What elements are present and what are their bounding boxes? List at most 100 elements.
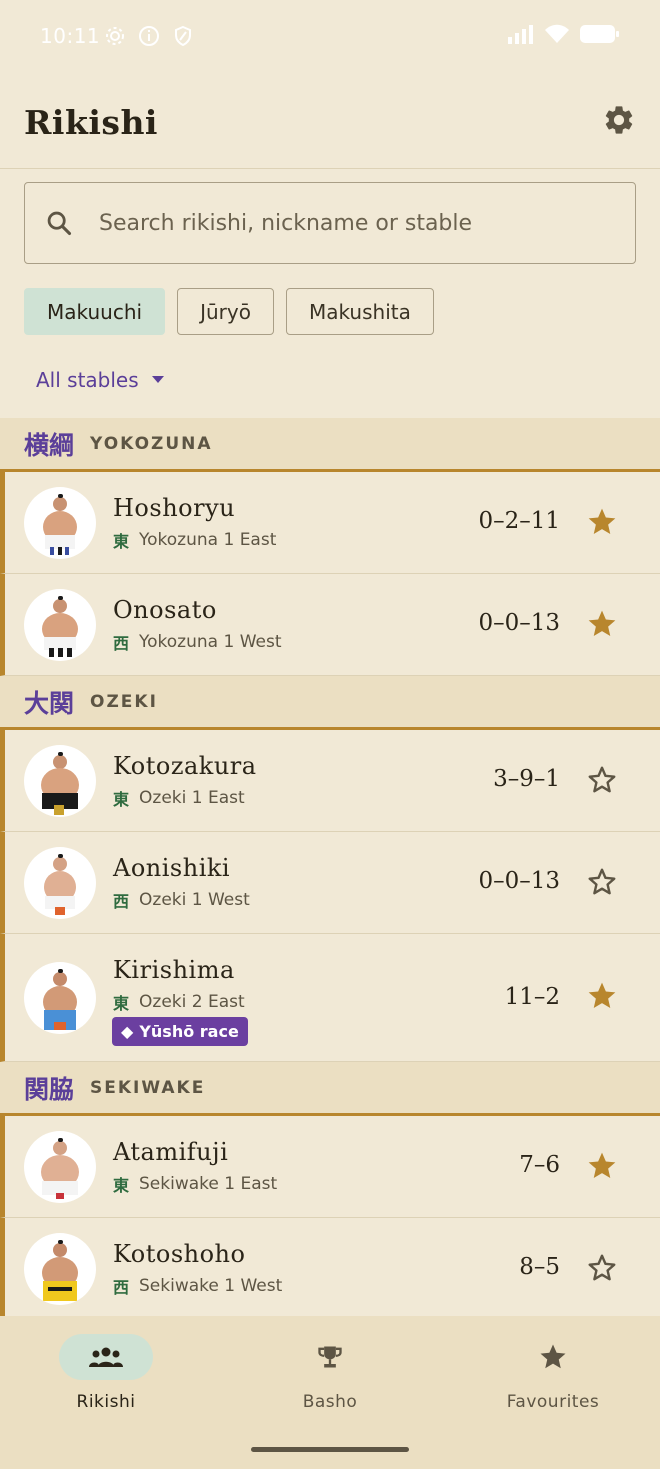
info-status-icon <box>139 26 159 46</box>
rank-kanji: 横綱 <box>24 430 75 460</box>
side-kanji: 西 <box>113 892 130 911</box>
page-title: Rikishi <box>24 103 158 142</box>
badge-label: Yūshō race <box>139 1022 239 1041</box>
rikishi-row-kotozakura[interactable]: Kotozakura 東 Ozeki 1 East 3–9–1 <box>0 730 660 832</box>
rikishi-record: 3–9–1 <box>493 766 560 792</box>
search-input[interactable] <box>99 183 619 263</box>
avatar <box>24 847 96 919</box>
rikishi-row-kirishima[interactable]: Kirishima 東 Ozeki 2 East ◆ Yūshō race 11… <box>0 934 660 1062</box>
rikishi-rank: 西 Sekiwake 1 West <box>113 1274 282 1298</box>
rank-text: Sekiwake 1 East <box>139 1174 278 1194</box>
nav-indicator <box>283 1334 377 1380</box>
rikishi-rank: 東 Ozeki 2 East <box>113 990 245 1014</box>
rikishi-list[interactable]: 横綱 YOKOZUNA Hoshoryu 東 Yokozuna 1 East 0… <box>0 418 660 1316</box>
rank-header-ozeki: 大関 OZEKI <box>0 676 660 730</box>
signal-icon <box>508 25 533 44</box>
rank-label: YOKOZUNA <box>90 433 213 454</box>
favourite-star-filled-icon[interactable] <box>586 1150 618 1182</box>
rikishi-record: 11–2 <box>504 984 560 1010</box>
rikishi-record: 8–5 <box>519 1254 560 1280</box>
rank-text: Yokozuna 1 East <box>139 530 277 550</box>
side-kanji: 東 <box>113 790 130 809</box>
nav-basho[interactable]: Basho <box>260 1334 400 1434</box>
avatar <box>24 1131 96 1203</box>
wifi-icon <box>545 24 569 43</box>
diamond-icon: ◆ <box>121 1022 134 1041</box>
battery-icon <box>580 25 619 43</box>
favourite-star-filled-icon[interactable] <box>586 608 618 640</box>
chip-makuuchi[interactable]: Makuuchi <box>24 288 166 335</box>
rikishi-row-aonishiki[interactable]: Aonishiki 西 Ozeki 1 West 0–0–13 <box>0 832 660 934</box>
rikishi-name: Hoshoryu <box>113 494 236 522</box>
rikishi-rank: 東 Yokozuna 1 East <box>113 528 276 552</box>
side-kanji: 東 <box>113 1176 130 1195</box>
favourite-star-filled-icon[interactable] <box>586 506 618 538</box>
rikishi-record: 7–6 <box>519 1152 560 1178</box>
rikishi-name: Kirishima <box>113 956 235 984</box>
favourite-star-outline-icon[interactable] <box>586 764 618 796</box>
avatar <box>24 487 96 559</box>
group-icon <box>89 1347 123 1367</box>
nav-label: Basho <box>302 1392 358 1412</box>
rikishi-rank: 東 Ozeki 1 East <box>113 786 245 810</box>
rank-kanji: 大関 <box>24 688 75 718</box>
rank-text: Sekiwake 1 West <box>139 1276 283 1296</box>
rikishi-name: Onosato <box>113 596 217 624</box>
rank-header-yokozuna: 横綱 YOKOZUNA <box>0 418 660 472</box>
favourite-star-outline-icon[interactable] <box>586 1252 618 1284</box>
stable-filter-label: All stables <box>36 368 139 392</box>
rank-text: Ozeki 1 West <box>139 890 250 910</box>
nav-label: Favourites <box>506 1392 600 1412</box>
avatar <box>24 962 96 1034</box>
rank-header-sekiwake: 関脇 SEKIWAKE <box>0 1062 660 1116</box>
nav-indicator <box>59 1334 153 1380</box>
rikishi-rank: 西 Yokozuna 1 West <box>113 630 282 654</box>
nav-favourites[interactable]: Favourites <box>483 1334 623 1434</box>
rikishi-name: Kotozakura <box>113 752 257 780</box>
favourite-star-filled-icon[interactable] <box>586 980 618 1012</box>
rikishi-record: 0–0–13 <box>478 610 560 636</box>
settings-button[interactable] <box>602 103 636 137</box>
rikishi-rank: 西 Ozeki 1 West <box>113 888 250 912</box>
chip-juryo[interactable]: Jūryō <box>177 288 274 335</box>
yusho-race-badge: ◆ Yūshō race <box>112 1017 248 1046</box>
nav-rikishi[interactable]: Rikishi <box>36 1334 176 1434</box>
rikishi-name: Aonishiki <box>113 854 231 882</box>
avatar <box>24 745 96 817</box>
rikishi-name: Kotoshoho <box>113 1240 246 1268</box>
nav-indicator <box>506 1334 600 1380</box>
gear-icon <box>605 106 633 134</box>
status-bar: 10:11 <box>0 0 660 75</box>
stable-filter-dropdown[interactable]: All stables <box>36 368 165 392</box>
nav-label: Rikishi <box>76 1392 136 1412</box>
rank-label: SEKIWAKE <box>90 1077 206 1098</box>
settings-status-icon <box>106 27 124 45</box>
rank-label: OZEKI <box>90 691 158 712</box>
rikishi-row-kotoshoho[interactable]: Kotoshoho 西 Sekiwake 1 West 8–5 <box>0 1218 660 1316</box>
avatar <box>24 589 96 661</box>
rank-text: Yokozuna 1 West <box>139 632 282 652</box>
rikishi-row-hoshoryu[interactable]: Hoshoryu 東 Yokozuna 1 East 0–2–11 <box>0 472 660 574</box>
search-icon <box>47 211 72 236</box>
status-time: 10:11 <box>40 24 101 48</box>
rikishi-record: 0–0–13 <box>478 868 560 894</box>
side-kanji: 東 <box>113 532 130 551</box>
rikishi-row-onosato[interactable]: Onosato 西 Yokozuna 1 West 0–0–13 <box>0 574 660 676</box>
avatar <box>24 1233 96 1305</box>
app-bar: Rikishi <box>0 75 660 169</box>
division-filter-chips: Makuuchi Jūryō Makushita <box>24 288 434 335</box>
status-icons-right <box>508 24 620 44</box>
rank-text: Ozeki 2 East <box>139 992 245 1012</box>
chip-makushita[interactable]: Makushita <box>285 288 434 335</box>
star-icon <box>540 1344 566 1369</box>
favourite-star-outline-icon[interactable] <box>586 866 618 898</box>
side-kanji: 西 <box>113 1278 130 1297</box>
rikishi-row-atamifuji[interactable]: Atamifuji 東 Sekiwake 1 East 7–6 <box>0 1116 660 1218</box>
rikishi-record: 0–2–11 <box>478 508 560 534</box>
home-indicator[interactable] <box>251 1447 409 1452</box>
rank-text: Ozeki 1 East <box>139 788 245 808</box>
rikishi-rank: 東 Sekiwake 1 East <box>113 1172 277 1196</box>
shield-status-icon <box>175 25 191 47</box>
dropdown-arrow-icon <box>151 376 164 383</box>
trophy-icon <box>318 1346 342 1368</box>
